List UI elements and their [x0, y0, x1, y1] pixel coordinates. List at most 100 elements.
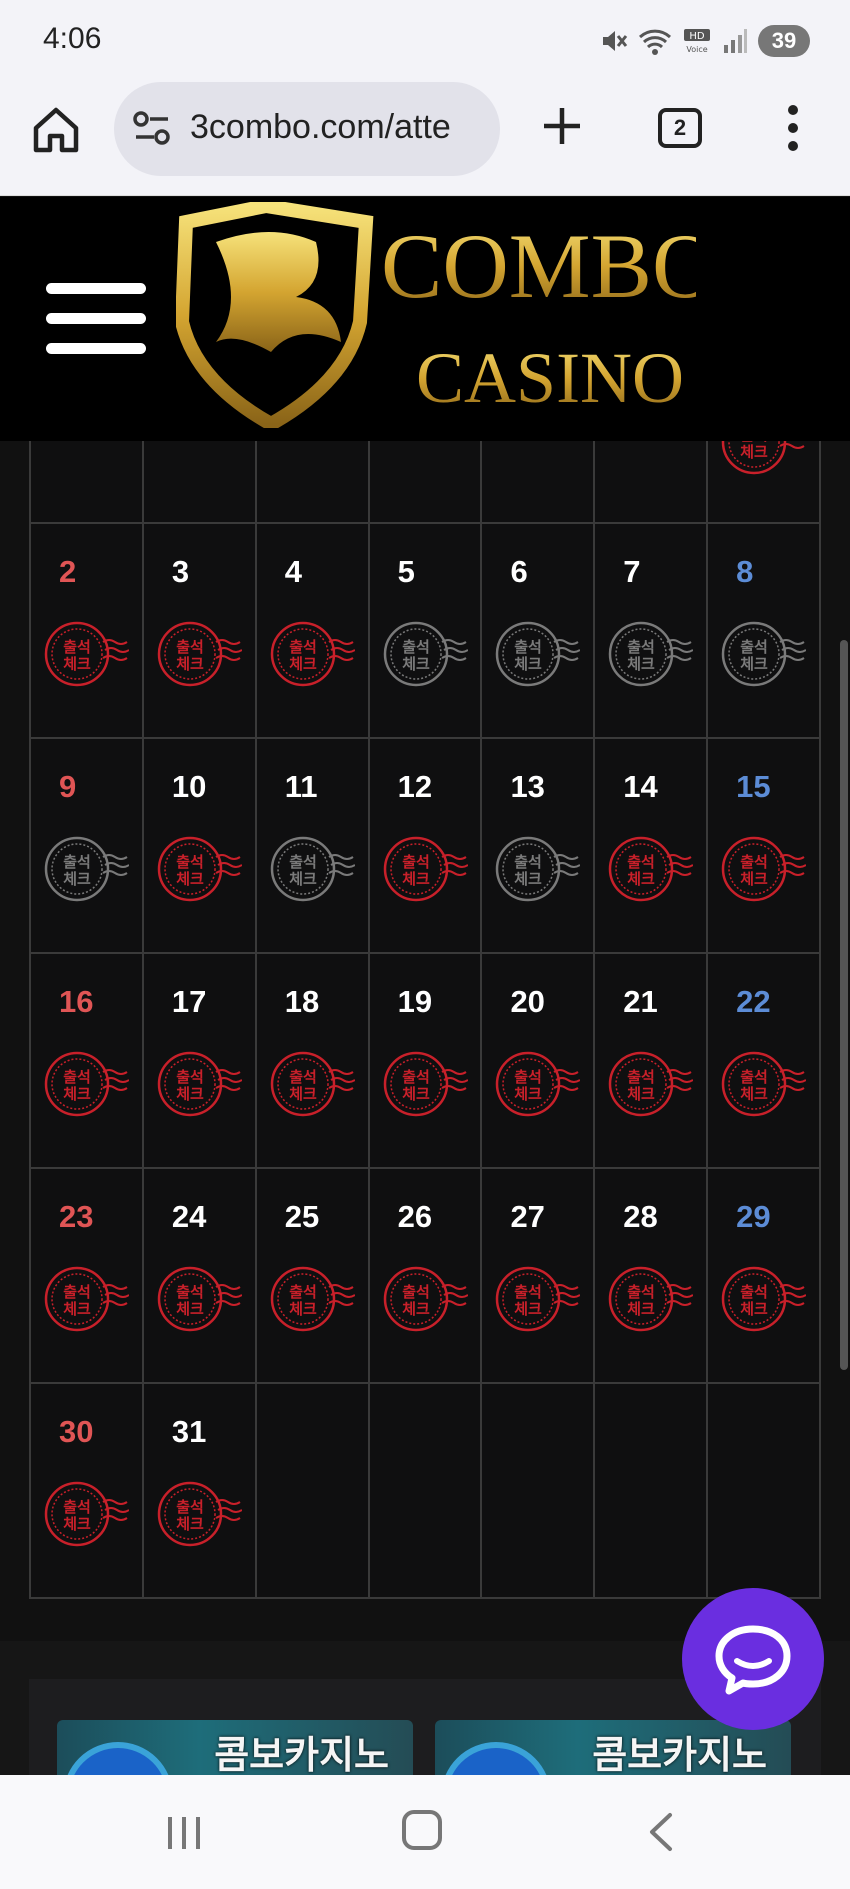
svg-text:출석: 출석	[63, 1068, 91, 1086]
svg-text:출석: 출석	[515, 1283, 543, 1301]
system-nav-bar	[0, 1775, 850, 1889]
promo-banner-1[interactable]: 콤보카지노	[57, 1720, 413, 1775]
attendance-stamp-icon: 출석 체크	[157, 621, 242, 687]
calendar-day-cell	[369, 1384, 483, 1599]
attendance-stamp-icon: 출석 체크	[383, 621, 468, 687]
svg-text:출석: 출석	[627, 638, 655, 656]
back-icon[interactable]	[646, 1811, 676, 1853]
svg-text:체크: 체크	[402, 655, 430, 673]
calendar-day-cell[interactable]: 23 출석 체크	[31, 1169, 144, 1384]
calendar-day-cell[interactable]: 30 출석 체크	[31, 1384, 144, 1599]
attendance-stamp-icon: 출석 체크	[157, 836, 242, 902]
calendar-day-cell[interactable]: 16 출석 체크	[31, 954, 144, 1169]
calendar-day-cell[interactable]: 4 출석 체크	[256, 524, 370, 739]
calendar-day-cell[interactable]: 9 출석 체크	[31, 739, 144, 954]
calendar-week-row: 2 출석 체크 3 출석 체크 4 출석 체크 5 출석 체크 6 출석 체크 …	[31, 524, 822, 739]
calendar-day-cell[interactable]: 13 출석 체크	[482, 739, 596, 954]
home-icon[interactable]	[30, 104, 82, 156]
calendar-day-cell[interactable]: 7 출석 체크	[595, 524, 709, 739]
attendance-content: 출석 체크 2 출석 체크 3 출석 체크 4 출석 체크 5 출석 체크 6 …	[0, 441, 850, 1775]
calendar-day-cell[interactable]: 12 출석 체크	[369, 739, 483, 954]
calendar-day-cell[interactable]: 29 출석 체크	[708, 1169, 822, 1384]
calendar-day-cell[interactable]: 18 출석 체크	[256, 954, 370, 1169]
svg-text:출석: 출석	[627, 1283, 655, 1301]
calendar-day-cell[interactable]: 6 출석 체크	[482, 524, 596, 739]
calendar-day-cell[interactable]: 25 출석 체크	[256, 1169, 370, 1384]
hd-voice-icon: HD Voice	[684, 29, 710, 54]
recent-apps-icon[interactable]	[164, 1813, 204, 1853]
svg-text:HD: HD	[689, 31, 705, 42]
home-nav-icon[interactable]	[402, 1810, 442, 1850]
svg-text:체크: 체크	[515, 655, 543, 673]
calendar-day-cell[interactable]: 20 출석 체크	[482, 954, 596, 1169]
status-icons: HD Voice 39	[600, 24, 810, 58]
svg-text:체크: 체크	[627, 1300, 655, 1318]
attendance-stamp-icon: 출석 체크	[157, 1481, 242, 1547]
new-tab-icon[interactable]	[536, 100, 588, 152]
live-chat-button[interactable]	[682, 1588, 824, 1730]
tab-switcher-button[interactable]: 2	[658, 108, 702, 148]
attendance-stamp-icon: 출석 체크	[609, 1051, 694, 1117]
svg-text:출석: 출석	[63, 638, 91, 656]
scrollbar[interactable]	[840, 640, 848, 1370]
calendar-day-cell[interactable]: 5 출석 체크	[369, 524, 483, 739]
svg-text:출석: 출석	[740, 1283, 768, 1301]
svg-text:체크: 체크	[740, 1300, 768, 1318]
calendar-day-cell[interactable]: 17 출석 체크	[143, 954, 257, 1169]
calendar-day-cell[interactable]: 24 출석 체크	[143, 1169, 257, 1384]
calendar-day-cell[interactable]: 14 출석 체크	[595, 739, 709, 954]
svg-text:체크: 체크	[176, 655, 204, 673]
calendar-day-cell: 출석 체크	[708, 441, 822, 524]
svg-text:체크: 체크	[176, 1300, 204, 1318]
calendar-day-cell[interactable]: 2 출석 체크	[31, 524, 144, 739]
svg-text:출석: 출석	[740, 1068, 768, 1086]
calendar-day-cell	[482, 441, 596, 524]
calendar-day-cell[interactable]: 26 출석 체크	[369, 1169, 483, 1384]
calendar-day-cell[interactable]: 31 출석 체크	[143, 1384, 257, 1599]
calendar-day-cell[interactable]: 3 출석 체크	[143, 524, 257, 739]
calendar-day-cell[interactable]: 15 출석 체크	[708, 739, 822, 954]
chat-icon	[715, 1625, 791, 1695]
attendance-stamp-icon: 출석 체크	[496, 621, 581, 687]
day-number: 4	[284, 554, 302, 589]
day-number: 31	[171, 1414, 207, 1449]
day-number: 24	[171, 1199, 207, 1234]
attendance-stamp-icon: 출석 체크	[157, 1266, 242, 1332]
calendar-day-cell[interactable]: 22 출석 체크	[708, 954, 822, 1169]
svg-text:체크: 체크	[402, 1300, 430, 1318]
attendance-stamp-icon: 출석 체크	[270, 1051, 355, 1117]
svg-text:출석: 출석	[176, 638, 204, 656]
calendar-day-cell[interactable]: 21 출석 체크	[595, 954, 709, 1169]
calendar-day-cell[interactable]: 11 출석 체크	[256, 739, 370, 954]
calendar-day-cell	[31, 441, 144, 524]
combo-casino-logo[interactable]: COMBO CASINO	[176, 202, 696, 428]
banner-title: 콤보카지노	[592, 1733, 767, 1775]
day-number: 10	[171, 769, 207, 804]
logo-text-combo: COMBO	[381, 215, 696, 317]
browser-toolbar: 3combo.com/atte 2	[0, 80, 850, 196]
address-bar[interactable]: 3combo.com/atte	[114, 82, 500, 176]
more-options-icon[interactable]	[776, 102, 810, 154]
banner-graphic	[63, 1742, 173, 1775]
day-number: 23	[59, 1199, 94, 1234]
calendar-day-cell[interactable]: 8 출석 체크	[708, 524, 822, 739]
calendar-day-cell[interactable]: 27 출석 체크	[482, 1169, 596, 1384]
site-settings-icon[interactable]	[132, 110, 172, 146]
calendar-day-cell[interactable]: 19 출석 체크	[369, 954, 483, 1169]
svg-text:체크: 체크	[63, 1300, 91, 1318]
svg-text:출석: 출석	[176, 1498, 204, 1516]
svg-text:출석: 출석	[627, 853, 655, 871]
battery-indicator: 39	[758, 25, 810, 57]
calendar-day-cell[interactable]: 10 출석 체크	[143, 739, 257, 954]
svg-text:체크: 체크	[63, 870, 91, 888]
svg-text:출석: 출석	[515, 853, 543, 871]
day-number: 20	[510, 984, 545, 1019]
url-text[interactable]: 3combo.com/atte	[190, 108, 451, 147]
calendar-week-row: 23 출석 체크 24 출석 체크 25 출석 체크 26 출석 체크 27 출…	[31, 1169, 822, 1384]
attendance-stamp-icon: 출석 체크	[383, 836, 468, 902]
calendar-day-cell[interactable]: 28 출석 체크	[595, 1169, 709, 1384]
attendance-stamp-icon: 출석 체크	[721, 441, 805, 475]
attendance-stamp-icon: 출석 체크	[609, 1266, 694, 1332]
hamburger-menu-icon[interactable]	[46, 283, 148, 355]
day-number: 9	[59, 769, 77, 804]
